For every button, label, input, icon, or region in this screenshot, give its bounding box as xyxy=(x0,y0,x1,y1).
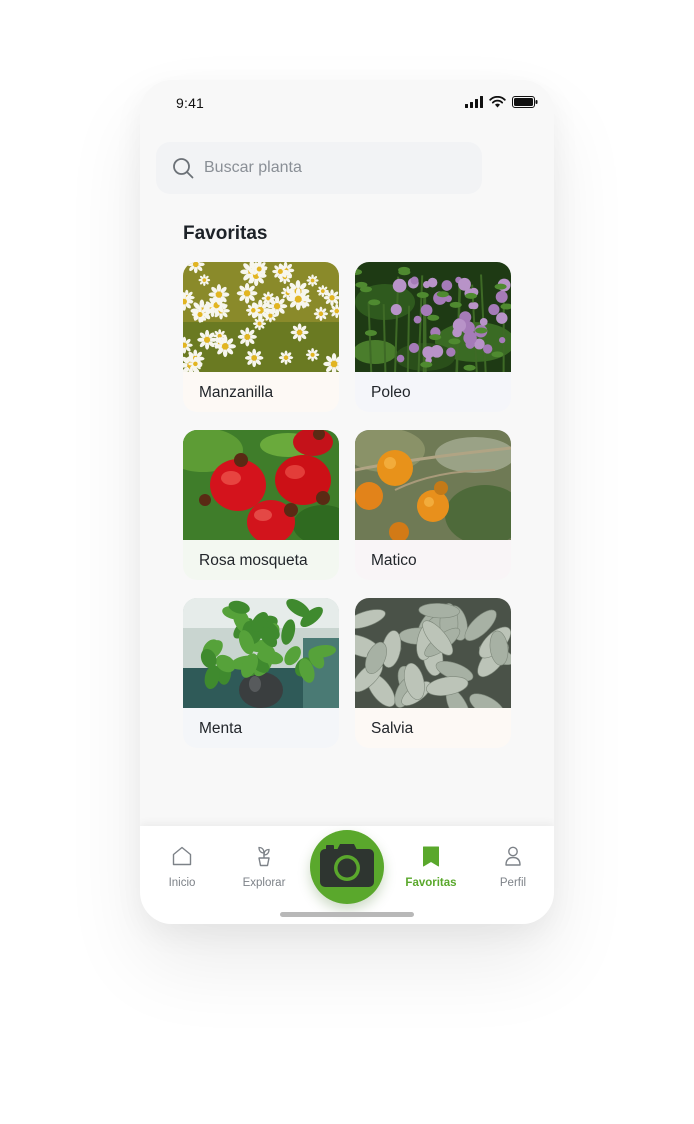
nav-label: Inicio xyxy=(168,877,196,889)
status-icons xyxy=(465,96,538,108)
battery-icon xyxy=(512,96,538,108)
nav-label: Favoritas xyxy=(405,877,457,889)
plant-pot-icon xyxy=(258,846,270,867)
plant-name: Salvia xyxy=(371,720,414,737)
sage-photo xyxy=(355,598,511,708)
plant-card-matico[interactable]: Matico xyxy=(355,430,511,580)
camera-button[interactable] xyxy=(310,830,384,904)
home-indicator xyxy=(280,912,414,917)
search-input[interactable] xyxy=(204,142,464,194)
user-icon xyxy=(505,846,521,866)
plant-card-rosa-mosqueta[interactable]: Rosa mosqueta xyxy=(183,430,339,580)
section-title: Favoritas xyxy=(183,223,268,244)
search-icon xyxy=(173,158,194,179)
plant-name: Manzanilla xyxy=(199,384,274,401)
status-time: 9:41 xyxy=(176,95,205,111)
plant-name: Rosa mosqueta xyxy=(199,552,308,569)
plant-card-salvia[interactable]: Salvia xyxy=(355,598,511,748)
stage: 9:41 Buscar planta Favoritas Manzanilla … xyxy=(0,0,694,1124)
plant-name: Poleo xyxy=(371,384,411,401)
plant-name: Menta xyxy=(199,720,243,737)
chamomile-photo xyxy=(183,262,339,372)
phone-screen: 9:41 Buscar planta Favoritas Manzanilla … xyxy=(140,80,554,924)
plant-card-poleo[interactable]: Poleo xyxy=(355,262,511,412)
nav-label: Perfil xyxy=(499,877,527,889)
mint-photo xyxy=(183,598,339,708)
plant-card-menta[interactable]: Menta xyxy=(183,598,339,748)
bookmark-icon xyxy=(423,846,439,867)
nav-label: Explorar xyxy=(242,877,286,889)
nav-item-perfil[interactable]: Perfil xyxy=(478,844,548,894)
nav-item-inicio[interactable]: Inicio xyxy=(147,844,217,894)
home-icon xyxy=(172,846,192,866)
signal-icon xyxy=(465,96,483,108)
rosehip-photo xyxy=(183,430,339,540)
wifi-icon xyxy=(489,96,506,108)
matico-photo xyxy=(355,430,511,540)
bottom-navigation: Inicio Explorar Favoritas Perfil xyxy=(140,826,554,924)
search-bar[interactable] xyxy=(156,142,482,194)
pennyroyal-photo xyxy=(355,262,511,372)
nav-item-favoritas[interactable]: Favoritas xyxy=(396,844,466,894)
nav-item-explorar[interactable]: Explorar xyxy=(229,844,299,894)
plant-card-manzanilla[interactable]: Manzanilla xyxy=(183,262,339,412)
plant-name: Matico xyxy=(371,552,417,569)
status-bar: 9:41 xyxy=(140,80,554,126)
camera-icon xyxy=(320,844,374,887)
